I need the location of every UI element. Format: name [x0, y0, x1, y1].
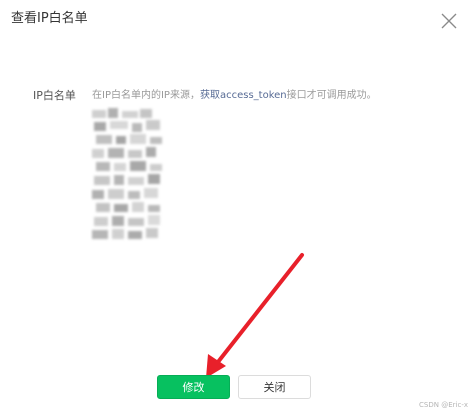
modify-button[interactable]: 修改 — [157, 375, 230, 399]
close-button[interactable]: 关闭 — [238, 375, 311, 399]
red-arrow-annotation — [206, 253, 304, 378]
watermark: CSDN @Eric-x — [419, 401, 468, 409]
arrow-shaft — [216, 253, 304, 364]
